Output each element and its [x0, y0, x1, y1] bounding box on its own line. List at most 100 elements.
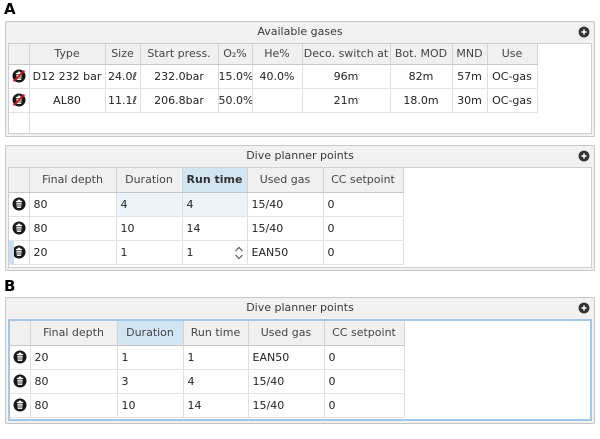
duration-cell[interactable]: 10 [116, 216, 182, 240]
planner-header-duration[interactable]: Duration [116, 168, 182, 192]
gases-header-type[interactable]: Type [29, 44, 105, 64]
gas-mnd-cell[interactable]: 30m [452, 88, 487, 112]
cc-setpoint-cell[interactable]: 0 [323, 216, 403, 240]
gas-size-cell[interactable]: 11.1ℓ [105, 88, 140, 112]
planner-row: 20 1 1 EAN50 0 [10, 345, 590, 369]
available-gases-table: Type Size Start press. O₂% He% Deco. swi… [8, 43, 592, 134]
planner-a-table: Final depth Duration Run time Used gas C… [8, 167, 592, 268]
delete-point-icon[interactable] [13, 398, 27, 412]
planner-b-header-row: Final depth Duration Run time Used gas C… [10, 321, 590, 345]
gas-size-cell[interactable]: 24.0ℓ [105, 64, 140, 88]
final-depth-cell[interactable]: 20 [29, 240, 116, 264]
delete-point-icon[interactable] [13, 374, 27, 388]
planner-header-final-depth[interactable]: Final depth [30, 321, 117, 345]
panel-menu-icon[interactable] [578, 150, 590, 162]
used-gas-cell[interactable]: EAN50 [248, 345, 324, 369]
gases-header-deco-switch[interactable]: Deco. switch at [302, 44, 390, 64]
panel-menu-icon[interactable] [578, 26, 590, 38]
delete-point-icon[interactable] [12, 197, 26, 211]
planner-a-titlebar: Dive planner points [6, 146, 594, 166]
planner-header-final-depth[interactable]: Final depth [29, 168, 116, 192]
planner-header-run-time[interactable]: Run time [182, 168, 247, 192]
gas-deco-switch-cell[interactable]: 96m [302, 64, 390, 88]
used-gas-cell[interactable]: EAN50 [247, 240, 323, 264]
duration-cell[interactable]: 1 [116, 240, 182, 264]
cc-setpoint-cell[interactable]: 0 [323, 192, 403, 216]
gas-bot-mod-cell[interactable]: 18.0m [390, 88, 452, 112]
planner-b-title: Dive planner points [246, 301, 354, 314]
available-gases-panel: Available gases Type Size Start press. O… [5, 21, 595, 137]
delete-point-cell [9, 216, 29, 240]
section-a-label: A [4, 0, 16, 18]
gas-row: AL80 11.1ℓ 206.8bar 50.0% 21m 18.0m 30m … [9, 88, 591, 112]
cc-setpoint-cell[interactable]: 0 [324, 369, 404, 393]
gases-header-use[interactable]: Use [487, 44, 537, 64]
planner-row: 80 3 4 15/40 0 [10, 369, 590, 393]
planner-b-titlebar: Dive planner points [6, 298, 594, 318]
gas-mnd-cell[interactable]: 57m [452, 64, 487, 88]
delete-point-cell [10, 369, 30, 393]
planner-header-used-gas[interactable]: Used gas [247, 168, 323, 192]
used-gas-cell[interactable]: 15/40 [247, 216, 323, 240]
gas-row: D12 232 bar 24.0ℓ 232.0bar 15.0% 40.0% 9… [9, 64, 591, 88]
gas-type-cell[interactable]: D12 232 bar [29, 64, 105, 88]
delete-point-cell [10, 345, 30, 369]
run-time-cell[interactable]: 14 [182, 216, 247, 240]
gas-deco-switch-cell[interactable]: 21m [302, 88, 390, 112]
gases-header-bot-mod[interactable]: Bot. MOD [390, 44, 452, 64]
planner-header-duration[interactable]: Duration [117, 321, 183, 345]
gas-use-cell[interactable]: OC-gas [487, 88, 537, 112]
gas-o2-cell[interactable]: 50.0% [218, 88, 252, 112]
delete-point-icon[interactable] [12, 221, 26, 235]
run-time-cell[interactable]: 4 [183, 369, 248, 393]
duration-cell[interactable]: 4 [116, 192, 182, 216]
final-depth-cell[interactable]: 80 [29, 216, 116, 240]
planner-header-cc-setpoint[interactable]: CC setpoint [323, 168, 403, 192]
gas-start-press-cell[interactable]: 232.0bar [140, 64, 218, 88]
used-gas-cell[interactable]: 15/40 [248, 393, 324, 417]
gases-header-size[interactable]: Size [105, 44, 140, 64]
final-depth-cell[interactable]: 80 [30, 393, 117, 417]
gases-header-mnd[interactable]: MND [452, 44, 487, 64]
cc-setpoint-cell[interactable]: 0 [324, 393, 404, 417]
gases-header-start-press[interactable]: Start press. [140, 44, 218, 64]
planner-header-run-time[interactable]: Run time [183, 321, 248, 345]
duration-cell[interactable]: 3 [117, 369, 183, 393]
delete-point-icon[interactable] [13, 350, 27, 364]
used-gas-cell[interactable]: 15/40 [248, 369, 324, 393]
duration-cell[interactable]: 1 [117, 345, 183, 369]
final-depth-cell[interactable]: 20 [30, 345, 117, 369]
gas-he-cell[interactable]: 40.0% [252, 64, 302, 88]
gas-bot-mod-cell[interactable]: 82m [390, 64, 452, 88]
gas-type-cell[interactable]: AL80 [29, 88, 105, 112]
current-row-indicator [9, 241, 14, 264]
final-depth-cell[interactable]: 80 [29, 192, 116, 216]
delete-point-cell [10, 393, 30, 417]
final-depth-cell[interactable]: 80 [30, 369, 117, 393]
run-time-value: 1 [187, 246, 194, 259]
used-gas-cell[interactable]: 15/40 [247, 192, 323, 216]
delete-cylinder-cell [9, 64, 29, 88]
gases-header-he[interactable]: He% [252, 44, 302, 64]
run-time-cell-editing[interactable]: 1 [182, 240, 247, 264]
gas-he-cell[interactable] [252, 88, 302, 112]
planner-header-filler [403, 168, 591, 192]
planner-header-used-gas[interactable]: Used gas [248, 321, 324, 345]
planner-header-cc-setpoint[interactable]: CC setpoint [324, 321, 404, 345]
delete-cylinder-disabled-icon [12, 69, 26, 83]
run-time-spinner[interactable] [234, 245, 244, 261]
gases-header-row: Type Size Start press. O₂% He% Deco. swi… [9, 44, 591, 64]
gases-header-o2[interactable]: O₂% [218, 44, 252, 64]
gas-o2-cell[interactable]: 15.0% [218, 64, 252, 88]
cc-setpoint-cell[interactable]: 0 [323, 240, 403, 264]
run-time-cell[interactable]: 4 [182, 192, 247, 216]
duration-cell[interactable]: 10 [117, 393, 183, 417]
gas-start-press-cell[interactable]: 206.8bar [140, 88, 218, 112]
run-time-cell[interactable]: 1 [183, 345, 248, 369]
planner-row: 20 1 1 EAN50 0 [9, 240, 591, 264]
cc-setpoint-cell[interactable]: 0 [324, 345, 404, 369]
run-time-cell[interactable]: 14 [183, 393, 248, 417]
gas-use-cell[interactable]: OC-gas [487, 64, 537, 88]
delete-cylinder-cell [9, 88, 29, 112]
panel-menu-icon[interactable] [578, 302, 590, 314]
